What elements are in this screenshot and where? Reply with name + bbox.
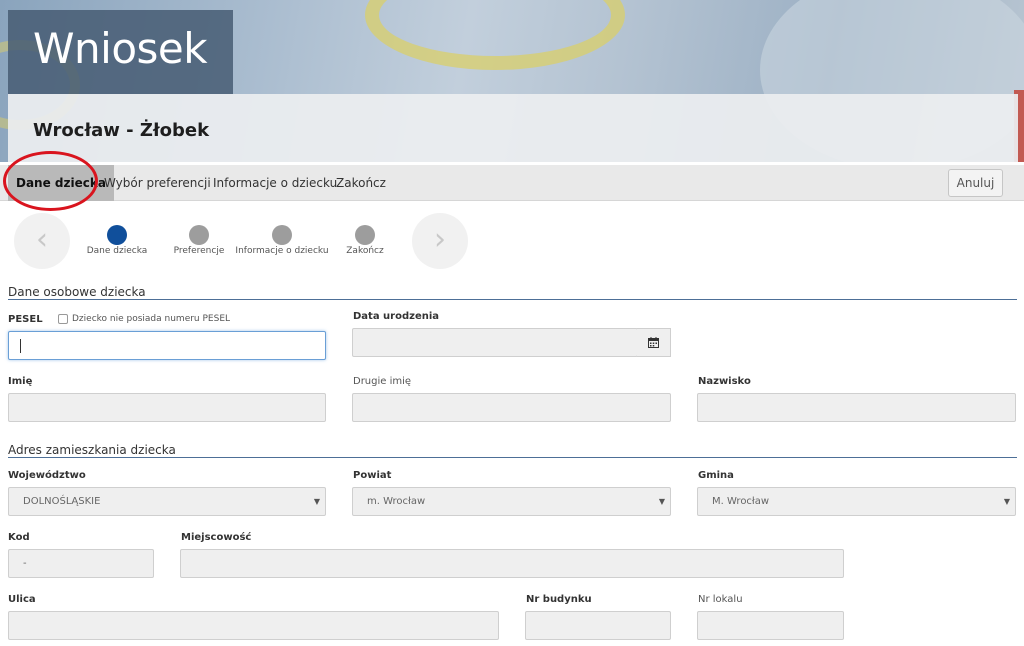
voivodeship-label: Województwo bbox=[8, 470, 86, 481]
step-label: Dane dziecka bbox=[86, 246, 148, 256]
step-label: Zakończ bbox=[346, 246, 384, 256]
section-divider bbox=[8, 299, 1017, 300]
banner-decoration bbox=[365, 0, 625, 70]
prev-step-button[interactable]: ‹ bbox=[14, 213, 70, 269]
postal-code-label: Kod bbox=[8, 532, 30, 543]
voivodeship-select[interactable]: DOLNOŚLĄSKIE ▼ bbox=[8, 487, 326, 516]
first-name-label: Imię bbox=[8, 376, 33, 387]
step-dot-preferencje[interactable] bbox=[189, 225, 209, 245]
step-dot-zakoncz[interactable] bbox=[355, 225, 375, 245]
city-input[interactable] bbox=[180, 549, 844, 578]
dropdown-arrow-icon: ▼ bbox=[658, 497, 665, 506]
apartment-number-input[interactable] bbox=[697, 611, 844, 640]
building-number-label: Nr budynku bbox=[526, 594, 592, 605]
header-banner: Wniosek Wrocław - Żłobek bbox=[0, 0, 1024, 162]
page-subtitle-box: Wrocław - Żłobek bbox=[8, 94, 1018, 162]
page-title: Wniosek bbox=[33, 24, 208, 73]
county-select[interactable]: m. Wrocław ▼ bbox=[352, 487, 671, 516]
step-dot-dane-dziecka[interactable] bbox=[107, 225, 127, 245]
chevron-left-icon: ‹ bbox=[36, 222, 48, 257]
step-label: Preferencje bbox=[173, 246, 225, 256]
tab-informacje-o-dziecku[interactable]: Informacje o dziecku bbox=[205, 165, 345, 201]
page-title-box: Wniosek bbox=[8, 10, 233, 94]
no-pesel-checkbox[interactable] bbox=[58, 314, 68, 324]
no-pesel-label: Dziecko nie posiada numeru PESEL bbox=[72, 314, 231, 324]
cancel-button[interactable]: Anuluj bbox=[948, 169, 1003, 197]
calendar-icon bbox=[648, 337, 659, 348]
second-name-input[interactable] bbox=[352, 393, 671, 422]
page-subtitle: Wrocław - Żłobek bbox=[33, 120, 210, 141]
step-label: Informacje o dziecku bbox=[235, 246, 329, 256]
section-title-personal: Dane osobowe dziecka bbox=[8, 285, 146, 299]
dropdown-arrow-icon: ▼ bbox=[313, 497, 320, 506]
apartment-number-label: Nr lokalu bbox=[698, 594, 743, 605]
pesel-input[interactable] bbox=[8, 331, 326, 360]
street-label: Ulica bbox=[8, 594, 36, 605]
last-name-label: Nazwisko bbox=[698, 376, 751, 387]
text-caret bbox=[20, 339, 21, 353]
second-name-label: Drugie imię bbox=[353, 376, 412, 387]
step-dot-informacje[interactable] bbox=[272, 225, 292, 245]
birth-date-label: Data urodzenia bbox=[353, 311, 440, 322]
postal-code-input[interactable]: - bbox=[8, 549, 154, 578]
first-name-input[interactable] bbox=[8, 393, 326, 422]
building-number-input[interactable] bbox=[525, 611, 671, 640]
county-label: Powiat bbox=[353, 470, 392, 481]
next-step-button[interactable]: › bbox=[412, 213, 468, 269]
tab-bar: Dane dziecka Wybór preferencji Informacj… bbox=[0, 165, 1024, 201]
section-divider bbox=[8, 457, 1017, 458]
commune-label: Gmina bbox=[698, 470, 734, 481]
last-name-input[interactable] bbox=[697, 393, 1016, 422]
pesel-label: PESEL bbox=[8, 314, 43, 325]
tab-zakoncz[interactable]: Zakończ bbox=[328, 165, 394, 201]
highlight-ring bbox=[3, 151, 98, 211]
commune-select[interactable]: M. Wrocław ▼ bbox=[697, 487, 1016, 516]
dropdown-arrow-icon: ▼ bbox=[1003, 497, 1010, 506]
city-label: Miejscowość bbox=[181, 532, 252, 543]
birth-date-input[interactable] bbox=[352, 328, 638, 357]
section-title-address: Adres zamieszkania dziecka bbox=[8, 443, 176, 457]
calendar-button[interactable] bbox=[637, 328, 671, 357]
chevron-right-icon: › bbox=[434, 222, 446, 257]
tab-wybor-preferencji[interactable]: Wybór preferencji bbox=[96, 165, 219, 201]
application-page: Wniosek Wrocław - Żłobek Dane dziecka Wy… bbox=[0, 0, 1024, 646]
street-input[interactable] bbox=[8, 611, 499, 640]
